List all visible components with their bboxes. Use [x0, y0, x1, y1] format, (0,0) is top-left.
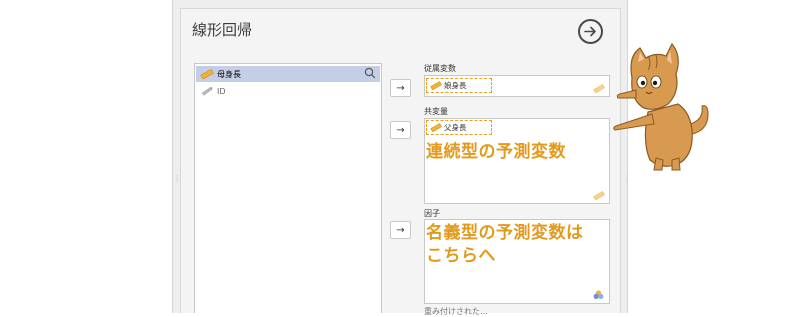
id-pencil-icon — [201, 87, 213, 96]
move-to-factors-button[interactable]: → — [390, 221, 411, 239]
circles-icon — [593, 290, 604, 299]
run-arrow-icon — [584, 26, 596, 37]
variable-label: 母身長 — [217, 69, 241, 79]
factors-label: 因子 — [424, 209, 440, 218]
list-item-mother-height[interactable]: 母身長 — [196, 66, 380, 82]
cat-mascot-illustration — [613, 42, 709, 171]
dialog-title: 線形回帰 — [192, 21, 253, 39]
weights-label: 重み付けされた… — [424, 307, 488, 316]
run-button[interactable] — [578, 19, 603, 44]
ruler-icon — [593, 191, 605, 200]
covariates-chip[interactable]: 父身長 — [426, 120, 492, 135]
dependent-chip[interactable]: 娘身長 — [426, 78, 492, 93]
variable-list[interactable]: 母身長 ID — [194, 63, 382, 313]
search-icon[interactable] — [364, 67, 376, 79]
factors-annotation-line1: 名義型の予測変数は — [426, 223, 584, 243]
ruler-icon — [593, 84, 605, 93]
ruler-icon — [430, 81, 442, 90]
factors-annotation-line2: こちらへ — [426, 246, 496, 266]
ruler-icon — [430, 123, 442, 132]
covariates-label: 共変量 — [424, 107, 448, 116]
move-to-covariates-button[interactable]: → — [390, 121, 411, 139]
dependent-label: 従属変数 — [424, 64, 456, 73]
chip-label: 娘身長 — [444, 81, 467, 90]
dependent-box[interactable]: 娘身長 — [424, 75, 610, 97]
covariates-annotation: 連続型の予測変数 — [426, 142, 566, 162]
ruler-icon — [200, 69, 214, 79]
list-item-id[interactable]: ID — [196, 83, 380, 99]
variable-label: ID — [217, 86, 226, 96]
chip-label: 父身長 — [444, 123, 467, 132]
move-to-dependent-button[interactable]: → — [390, 79, 411, 97]
right-resize-handle[interactable]: ⋮ — [623, 174, 631, 183]
